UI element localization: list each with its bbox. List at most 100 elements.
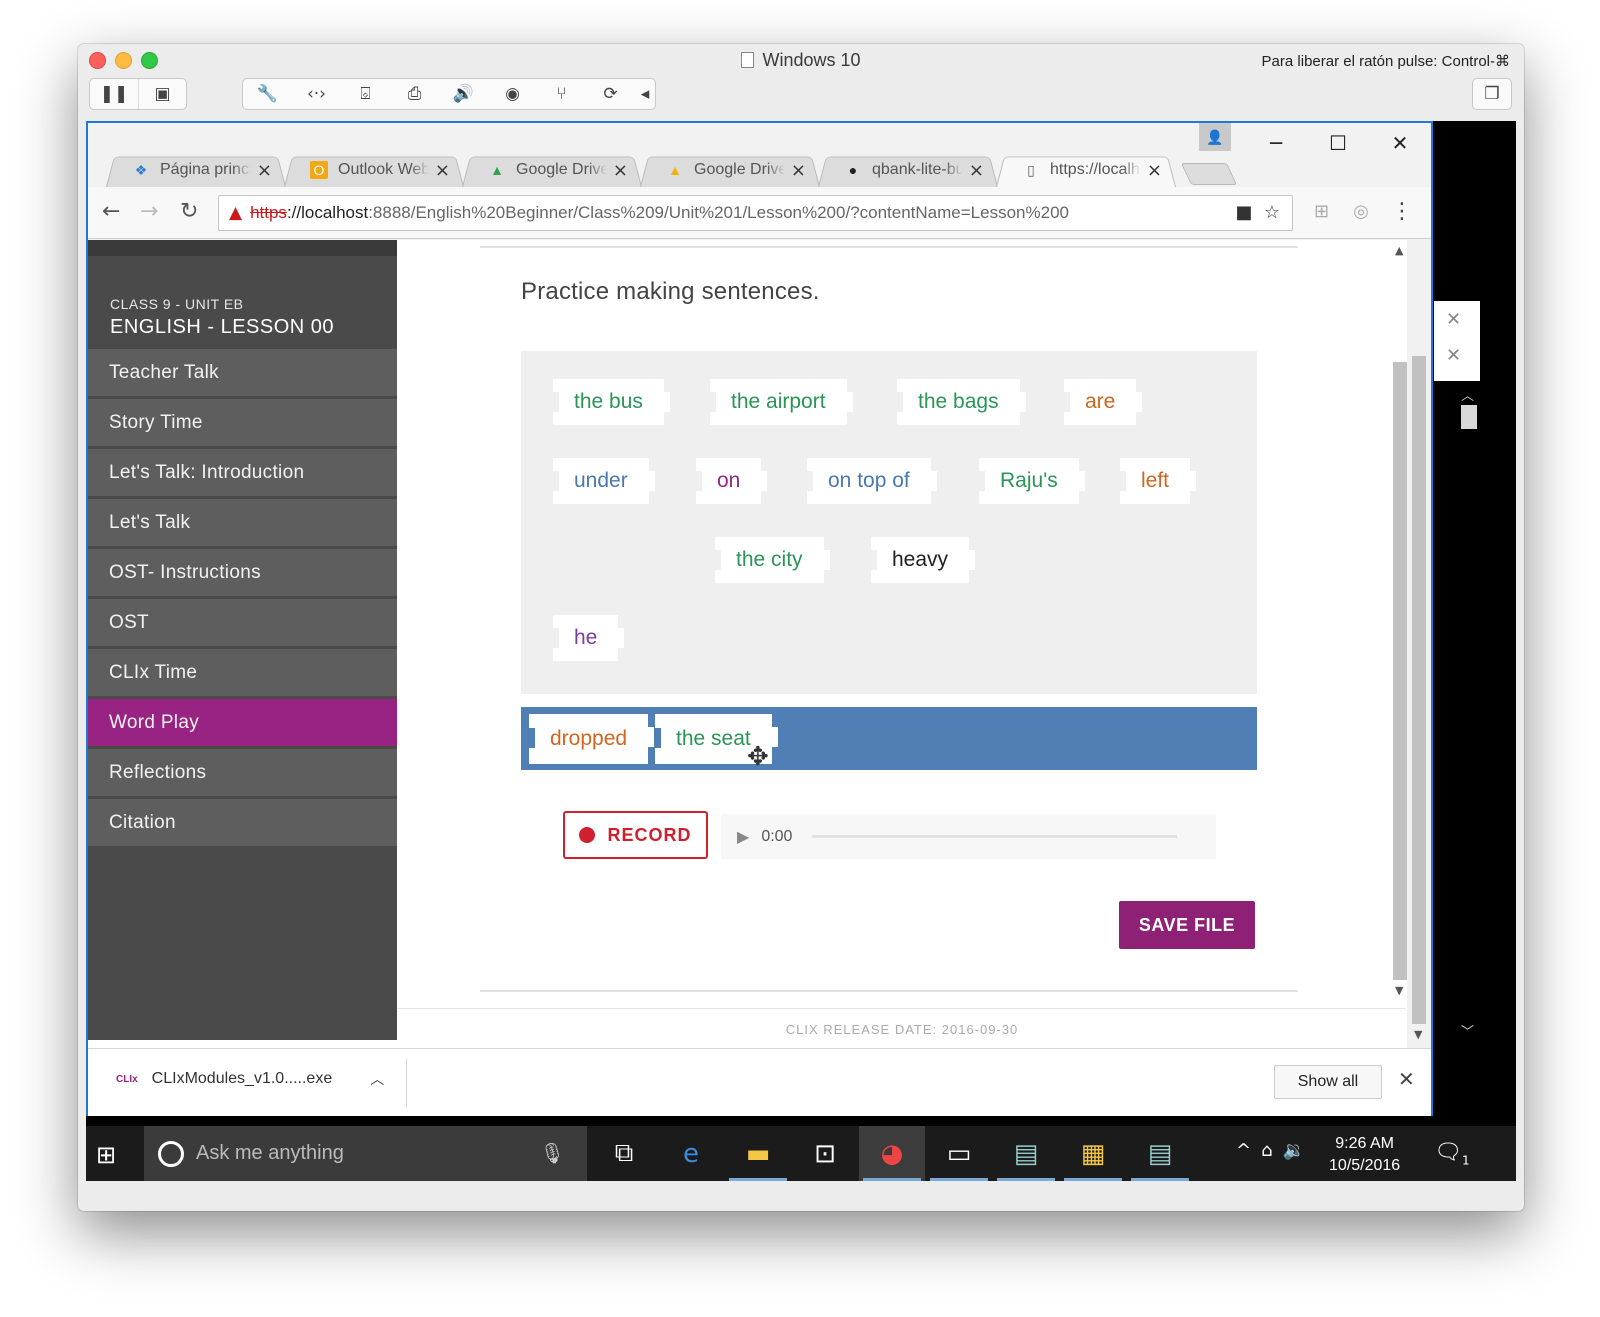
close-tab-icon[interactable]: × <box>257 160 272 181</box>
chrome-icon[interactable]: ◕ <box>859 1126 925 1181</box>
page-scrollbar[interactable]: ▼ <box>1407 240 1431 1048</box>
command-prompt-icon[interactable]: ▭ <box>926 1126 992 1181</box>
minimize-icon[interactable]: ─ <box>1245 123 1307 163</box>
volume-icon[interactable]: 🔉 <box>1283 1140 1315 1161</box>
word-chip[interactable]: are <box>1064 379 1143 425</box>
extension-icon[interactable]: ⊞ <box>1314 201 1329 222</box>
sidebar-item-ost[interactable]: OST <box>88 599 397 646</box>
sidebar-item-citation[interactable]: Citation <box>88 799 397 846</box>
tab-github[interactable]: ● qbank-lite-bundle × <box>818 153 998 187</box>
scroll-thumb[interactable] <box>1461 405 1477 429</box>
network-icon[interactable]: ⌂ <box>1261 1140 1282 1161</box>
close-tab-icon[interactable]: × <box>613 160 628 181</box>
camera-blocked-icon[interactable]: ■ <box>1235 202 1252 223</box>
word-chip[interactable]: under <box>553 458 655 504</box>
show-all-button[interactable]: Show all <box>1274 1065 1382 1099</box>
app-window-icon[interactable]: ▤ <box>993 1126 1059 1181</box>
scroll-up-icon[interactable]: ▲ <box>1395 244 1403 257</box>
microphone-icon[interactable]: 🎙 <box>540 1141 565 1165</box>
back-icon[interactable]: ← <box>102 199 120 224</box>
sidebar-item-ost-instructions[interactable]: OST- Instructions <box>88 549 397 596</box>
scroll-down-icon[interactable]: ﹀ <box>1461 1021 1474 1040</box>
word-chip[interactable]: on <box>696 458 768 504</box>
task-view-icon[interactable]: ⧉ <box>591 1126 657 1181</box>
close-icon[interactable]: ✕ <box>1398 1067 1415 1091</box>
scroll-down-icon[interactable]: ▼ <box>1414 1028 1422 1041</box>
url-input[interactable]: ▲ https://localhost:8888/English%20Begin… <box>218 195 1293 231</box>
word-chip[interactable]: he <box>553 615 625 661</box>
cortana-search[interactable]: Ask me anything 🎙 <box>144 1126 587 1181</box>
sidebar-item-story-time[interactable]: Story Time <box>88 399 397 446</box>
speaker-icon[interactable]: 🔊 <box>439 79 488 109</box>
store-icon[interactable]: ⊡ <box>792 1126 858 1181</box>
menu-icon[interactable]: ⋮ <box>1391 199 1413 224</box>
tab-localhost[interactable]: ▯ https://localhost:8888 × <box>996 153 1176 187</box>
save-file-button[interactable]: SAVE FILE <box>1119 901 1255 949</box>
edge-icon[interactable]: e <box>658 1126 724 1181</box>
pause-icon[interactable]: ❚❚ <box>90 79 138 109</box>
reload-icon[interactable]: ↻ <box>180 199 198 224</box>
bookmark-star-icon[interactable]: ☆ <box>1264 202 1280 223</box>
code-icon[interactable]: ‹·› <box>292 79 341 109</box>
sidebar-item-word-play[interactable]: Word Play <box>88 699 397 746</box>
tab-outlook[interactable]: O Outlook Web App × <box>284 153 464 187</box>
disk-icon[interactable]: ⌺ <box>341 79 390 109</box>
tab-dropbox[interactable]: ❖ Página principal - Dropbox × <box>106 153 286 187</box>
record-button[interactable]: RECORD <box>563 811 708 859</box>
file-explorer-icon[interactable]: ▬ <box>725 1126 791 1181</box>
scroll-down-icon[interactable]: ▼ <box>1395 984 1403 997</box>
close-icon[interactable]: ✕ <box>1446 309 1461 330</box>
word-chip[interactable]: the bus <box>553 379 670 425</box>
action-center-icon[interactable]: 🗨1 <box>1434 1140 1470 1167</box>
download-item[interactable]: CLIx CLIxModules_v1.0.....exe ︿ <box>116 1069 384 1089</box>
windows-start-icon[interactable]: ⊞ <box>96 1141 116 1169</box>
scroll-thumb[interactable] <box>1393 362 1407 980</box>
word-chip[interactable]: the airport <box>710 379 853 425</box>
word-chip[interactable]: on top of <box>807 458 937 504</box>
usb-icon[interactable]: ⑂ <box>537 79 586 109</box>
sidebar-item-lets-talk[interactable]: Let's Talk <box>88 499 397 546</box>
python-icon[interactable]: ▦ <box>1060 1126 1126 1181</box>
maximize-icon[interactable]: ☐ <box>1307 123 1369 163</box>
profile-icon[interactable]: 👤 <box>1199 123 1231 151</box>
extension-icon[interactable]: ◎ <box>1353 201 1369 222</box>
sidebar-item-teacher-talk[interactable]: Teacher Talk <box>88 349 397 396</box>
new-tab-button[interactable] <box>1180 163 1238 185</box>
background-scrollbar[interactable] <box>1458 383 1480 1041</box>
close-tab-icon[interactable]: × <box>969 160 984 181</box>
tab-google-drive-2[interactable]: ▲ Google Drive × <box>640 153 820 187</box>
close-icon[interactable]: ✕ <box>1446 345 1461 366</box>
sidebar-item-clix-time[interactable]: CLIx Time <box>88 649 397 696</box>
sidebar-item-lets-talk-introduction[interactable]: Let's Talk: Introduction <box>88 449 397 496</box>
clock[interactable]: 9:26 AM 10/5/2016 <box>1329 1133 1400 1177</box>
close-tab-icon[interactable]: × <box>1147 160 1162 181</box>
close-tab-icon[interactable]: × <box>791 160 806 181</box>
restore-icon[interactable]: ❐ <box>1473 79 1511 109</box>
camera-icon[interactable]: ◉ <box>488 79 537 109</box>
forward-icon[interactable]: → <box>140 199 158 224</box>
word-chip[interactable]: the bags <box>897 379 1026 425</box>
sidebar-item-reflections[interactable]: Reflections <box>88 749 397 796</box>
word-chip[interactable]: the city <box>715 537 830 583</box>
app-window-icon[interactable]: ▤ <box>1127 1126 1193 1181</box>
close-icon[interactable]: ✕ <box>1369 123 1431 163</box>
snapshot-icon[interactable]: ▣ <box>138 79 186 109</box>
printer-icon[interactable]: ⎙ <box>390 79 439 109</box>
google-drive-icon: ▲ <box>668 162 682 178</box>
play-icon[interactable]: ▶ <box>737 827 749 846</box>
close-tab-icon[interactable]: × <box>435 160 450 181</box>
chevron-up-icon[interactable]: ^ <box>1236 1140 1261 1161</box>
wrench-icon[interactable]: 🔧 <box>243 79 292 109</box>
audio-progress-track[interactable] <box>812 835 1178 838</box>
tab-google-drive-1[interactable]: ▲ Google Drive × <box>462 153 642 187</box>
word-chip[interactable]: heavy <box>871 537 976 583</box>
chevron-up-icon[interactable]: ︿ <box>370 1069 384 1089</box>
sync-icon[interactable]: ⟳ <box>586 79 635 109</box>
sentence-drop-zone[interactable]: dropped the seat ✥ <box>521 707 1257 772</box>
answer-chip[interactable]: dropped <box>529 714 655 764</box>
arrow-left-icon[interactable]: ◂ <box>635 79 655 109</box>
word-chip[interactable]: left <box>1120 458 1197 504</box>
word-chip[interactable]: Raju's <box>979 458 1085 504</box>
scroll-thumb[interactable] <box>1412 356 1426 1024</box>
scroll-up-icon[interactable]: ︿ <box>1461 385 1474 404</box>
